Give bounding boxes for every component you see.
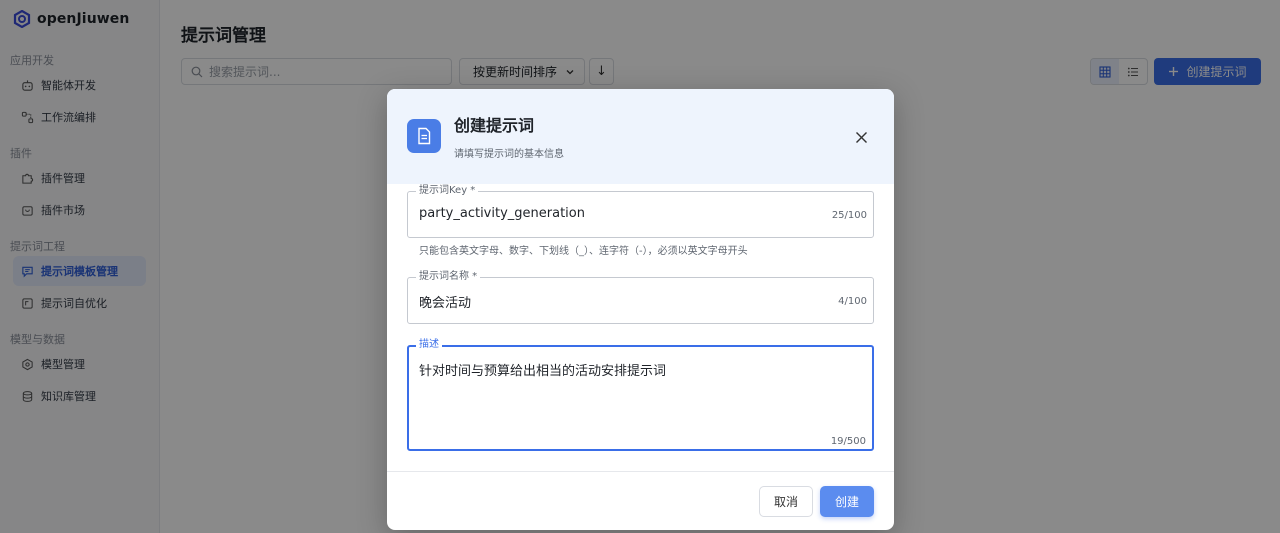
dialog-subtitle: 请填写提示词的基本信息 [454,149,564,160]
document-icon [407,119,441,153]
prompt-name-counter: 4/100 [838,296,867,307]
prompt-name-field[interactable]: 提示词名称 * 晚会活动 4/100 [407,270,874,324]
footer-divider [387,471,894,472]
description-counter: 19/500 [830,436,866,447]
cancel-button[interactable]: 取消 [759,486,813,517]
create-prompt-dialog: 创建提示词 请填写提示词的基本信息 提示词Key * party_activit… [387,89,894,530]
prompt-key-hint: 只能包含英文字母、数字、下划线（_）、连字符（-），必须以英文字母开头 [419,246,748,257]
description-field[interactable]: 描述 针对时间与预算给出相当的活动安排提示词 19/500 [407,338,874,451]
prompt-name-label: 提示词名称 * [416,270,481,284]
dialog-header: 创建提示词 请填写提示词的基本信息 [387,89,894,184]
close-button[interactable] [851,127,871,147]
description-label: 描述 [416,338,442,352]
prompt-key-value: party_activity_generation [419,206,585,221]
description-value: 针对时间与预算给出相当的活动安排提示词 [419,364,667,379]
prompt-name-value: 晚会活动 [419,296,472,311]
close-icon [855,131,867,143]
prompt-key-counter: 25/100 [831,210,867,221]
dialog-title: 创建提示词 [454,116,535,135]
prompt-key-label: 提示词Key * [416,184,479,198]
create-button[interactable]: 创建 [820,486,874,517]
prompt-key-field[interactable]: 提示词Key * party_activity_generation 25/10… [407,184,874,238]
